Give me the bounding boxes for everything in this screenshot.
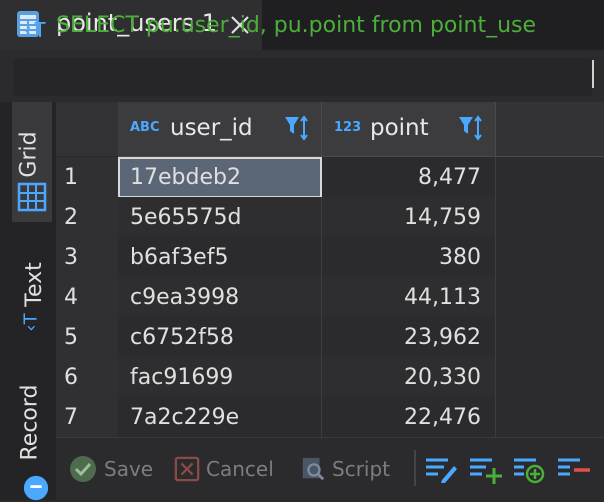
string-type-icon: ABC — [130, 120, 160, 135]
delete-row-icon[interactable] — [556, 454, 590, 484]
tab-text-label: Text — [21, 262, 47, 307]
text-mode-icon: ‹T — [20, 313, 42, 332]
row-number[interactable]: 5 — [56, 317, 118, 358]
table-cell-point[interactable]: 44,113 — [322, 277, 496, 318]
row-number[interactable]: 7 — [56, 397, 118, 438]
add-row-icon[interactable] — [468, 454, 502, 484]
row-number-header — [56, 102, 118, 156]
empty-header — [496, 102, 604, 157]
grid-toolbar: Save Cancel Script — [56, 437, 604, 501]
sql-icon: ‹T — [22, 18, 47, 42]
table-cell-user-id[interactable]: c6752f58 — [118, 317, 322, 358]
table-cell-user-id[interactable]: 7a2c229e — [118, 397, 322, 438]
row-filler — [496, 317, 604, 358]
table-cell-point[interactable]: 380 — [322, 237, 496, 278]
save-button[interactable]: Save — [68, 454, 153, 484]
cancel-icon — [174, 456, 200, 482]
presentation-tabs: Grid Text ‹T Record — [0, 102, 56, 501]
table-cell-user-id[interactable]: c9ea3998 — [118, 277, 322, 318]
row-filler — [496, 237, 604, 278]
filter-sort-icon[interactable] — [284, 114, 310, 142]
table-cell-point[interactable]: 23,962 — [322, 317, 496, 358]
row-number[interactable]: 6 — [56, 357, 118, 398]
column-header-point[interactable]: 123 point — [322, 102, 496, 157]
cancel-button[interactable]: Cancel — [174, 454, 274, 484]
table-cell-user-id[interactable]: 5e65575d — [118, 197, 322, 238]
tab-grid[interactable]: Grid — [12, 102, 52, 222]
result-grid: ABC user_id 123 point 1 17ebdeb2 8,477 2… — [56, 102, 604, 438]
script-button[interactable]: Script — [300, 454, 390, 484]
filter-sort-icon[interactable] — [458, 114, 484, 142]
column-header-user-id[interactable]: ABC user_id — [118, 102, 322, 157]
table-cell-user-id[interactable]: fac91699 — [118, 357, 322, 398]
row-filler — [496, 197, 604, 238]
table-cell-point[interactable]: 22,476 — [322, 397, 496, 438]
query-text[interactable]: SELECT pu.user_id, pu.point from point_u… — [56, 13, 588, 38]
row-filler — [496, 277, 604, 318]
number-type-icon: 123 — [334, 120, 362, 135]
row-number[interactable]: 1 — [56, 157, 118, 198]
copy-row-icon[interactable] — [512, 454, 546, 484]
row-filler — [496, 357, 604, 398]
tab-text[interactable]: Text ‹T — [12, 242, 52, 352]
tab-record[interactable]: Record — [12, 370, 52, 501]
table-cell-user-id[interactable]: b6af3ef5 — [118, 237, 322, 278]
query-box[interactable] — [14, 58, 592, 96]
column-name: point — [370, 115, 429, 141]
tab-grid-label: Grid — [16, 131, 42, 178]
row-filler — [496, 157, 604, 198]
text-cursor — [592, 60, 594, 88]
check-circle-icon — [70, 456, 96, 482]
query-bar — [0, 50, 604, 102]
table-cell-point[interactable]: 20,330 — [322, 357, 496, 398]
row-number[interactable]: 3 — [56, 237, 118, 278]
table-cell-point[interactable]: 8,477 — [322, 157, 496, 198]
table-cell-user-id[interactable]: 17ebdeb2 — [118, 157, 322, 198]
script-icon — [302, 457, 325, 481]
table-cell-point[interactable]: 14,759 — [322, 197, 496, 238]
record-icon — [23, 475, 49, 501]
grid-icon — [17, 182, 47, 212]
row-number[interactable]: 4 — [56, 277, 118, 318]
row-number[interactable]: 2 — [56, 197, 118, 238]
tab-record-label: Record — [17, 384, 43, 461]
column-name: user_id — [170, 115, 253, 141]
edit-row-icon[interactable] — [424, 454, 458, 484]
toolbar-divider — [414, 450, 416, 486]
row-filler — [496, 397, 604, 438]
